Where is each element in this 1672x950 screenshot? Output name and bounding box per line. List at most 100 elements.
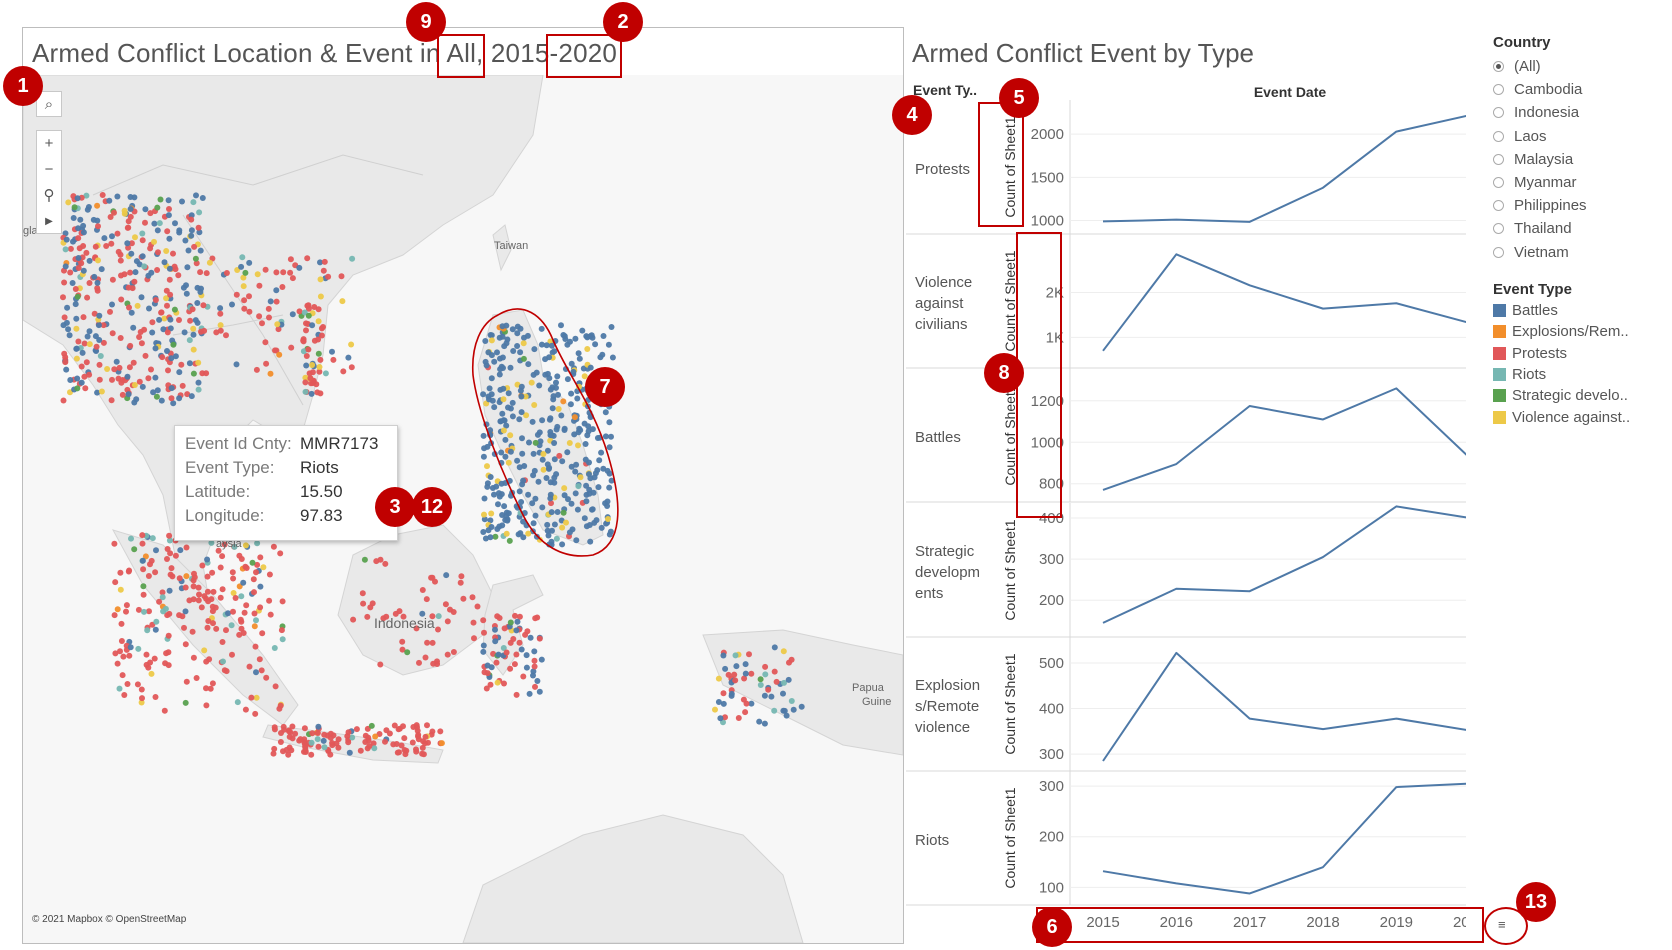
tooltip-key-event-type: Event Type: bbox=[185, 458, 275, 477]
event-point bbox=[217, 310, 224, 317]
event-point bbox=[251, 610, 258, 617]
event-point bbox=[361, 556, 368, 563]
event-point bbox=[139, 695, 145, 702]
event-point bbox=[139, 253, 146, 260]
radio-icon[interactable] bbox=[1493, 223, 1504, 235]
event-point bbox=[746, 651, 752, 658]
event-type-legend-item[interactable]: Strategic develo.. bbox=[1493, 387, 1628, 404]
event-point bbox=[196, 209, 203, 216]
annotation-badge-1: 1 bbox=[3, 66, 43, 106]
event-point bbox=[82, 385, 89, 392]
event-point bbox=[119, 391, 126, 398]
event-point bbox=[364, 613, 371, 620]
event-point bbox=[63, 319, 70, 326]
play-icon[interactable]: ▶ bbox=[37, 209, 61, 235]
radio-icon[interactable] bbox=[1493, 246, 1504, 258]
event-point bbox=[135, 606, 142, 613]
country-option-all[interactable]: (All) bbox=[1493, 58, 1541, 75]
event-point bbox=[139, 383, 146, 390]
map-label-papua: Papua bbox=[852, 682, 884, 694]
event-point bbox=[172, 220, 178, 227]
radio-icon[interactable] bbox=[1493, 107, 1504, 119]
legend-event-type-title: Event Type bbox=[1493, 281, 1572, 298]
event-point bbox=[128, 309, 135, 316]
event-point bbox=[542, 356, 549, 363]
radio-icon[interactable] bbox=[1493, 177, 1504, 188]
country-option-label: Malaysia bbox=[1514, 150, 1574, 168]
event-point bbox=[128, 535, 134, 542]
country-option-malaysia[interactable]: Malaysia bbox=[1493, 151, 1573, 168]
country-option-laos[interactable]: Laos bbox=[1493, 128, 1547, 145]
small-multiples-chart[interactable]: 100015002000Count of Sheet11K2KCount of … bbox=[906, 100, 1466, 950]
country-option-cambodia[interactable]: Cambodia bbox=[1493, 81, 1582, 98]
event-point bbox=[240, 283, 247, 290]
event-point bbox=[606, 444, 613, 451]
event-type-legend-item[interactable]: Violence against.. bbox=[1493, 409, 1630, 426]
country-option-vietnam[interactable]: Vietnam bbox=[1493, 244, 1569, 261]
event-point bbox=[488, 337, 495, 344]
event-type-legend-item[interactable]: Battles bbox=[1493, 302, 1558, 319]
event-point bbox=[345, 739, 352, 746]
event-point bbox=[204, 624, 211, 631]
country-option-label: (All) bbox=[1514, 58, 1541, 75]
annotation-badge-6: 6 bbox=[1032, 907, 1072, 947]
zoom-in-button[interactable]: + bbox=[37, 131, 61, 157]
radio-icon[interactable] bbox=[1493, 61, 1504, 72]
event-point bbox=[152, 569, 159, 576]
country-option-thailand[interactable]: Thailand bbox=[1493, 220, 1572, 237]
event-point bbox=[501, 680, 507, 687]
event-point bbox=[182, 641, 189, 648]
event-type-legend-item[interactable]: Explosions/Rem.. bbox=[1493, 323, 1629, 340]
row-header-event-type[interactable]: Event Ty.. bbox=[913, 82, 977, 98]
event-point bbox=[504, 517, 511, 524]
column-header-event-date[interactable]: Event Date bbox=[1150, 84, 1430, 100]
event-point bbox=[494, 349, 500, 356]
event-point bbox=[553, 426, 560, 433]
event-point bbox=[514, 618, 521, 625]
event-type-legend-item[interactable]: Protests bbox=[1493, 345, 1567, 362]
event-point bbox=[176, 317, 182, 323]
event-point bbox=[309, 362, 316, 368]
event-point bbox=[289, 311, 296, 318]
event-point bbox=[195, 597, 202, 604]
event-point bbox=[289, 723, 296, 730]
event-point bbox=[166, 235, 173, 242]
event-point bbox=[152, 345, 159, 352]
event-point bbox=[518, 393, 525, 400]
event-point bbox=[535, 478, 542, 485]
event-point bbox=[548, 509, 555, 516]
radio-icon[interactable] bbox=[1493, 200, 1504, 212]
event-type-legend-item[interactable]: Riots bbox=[1493, 366, 1546, 383]
event-point bbox=[186, 597, 193, 604]
event-point bbox=[246, 293, 252, 300]
country-option-indonesia[interactable]: Indonesia bbox=[1493, 104, 1579, 121]
event-point bbox=[198, 604, 205, 611]
radio-icon[interactable] bbox=[1493, 130, 1504, 142]
pin-icon[interactable]: ⚲ bbox=[37, 183, 61, 209]
event-point bbox=[748, 670, 755, 677]
data-point bbox=[1321, 185, 1326, 190]
country-option-myanmar[interactable]: Myanmar bbox=[1493, 174, 1577, 191]
event-point bbox=[195, 386, 202, 393]
event-point bbox=[761, 692, 768, 699]
radio-icon[interactable] bbox=[1493, 153, 1504, 165]
map-attribution[interactable]: © 2021 Mapbox © OpenStreetMap bbox=[32, 914, 186, 925]
event-point bbox=[175, 272, 182, 279]
radio-icon[interactable] bbox=[1493, 84, 1504, 96]
event-point bbox=[555, 391, 561, 398]
country-option-philippines[interactable]: Philippines bbox=[1493, 197, 1587, 214]
zoom-out-button[interactable]: − bbox=[37, 157, 61, 183]
event-point bbox=[553, 535, 560, 542]
event-point bbox=[481, 629, 487, 636]
event-point bbox=[531, 657, 538, 664]
event-point bbox=[605, 516, 611, 522]
map-canvas[interactable] bbox=[23, 75, 903, 943]
event-point bbox=[232, 595, 239, 601]
event-point bbox=[394, 749, 401, 756]
event-point bbox=[171, 306, 178, 313]
sort-icon[interactable]: ≡ bbox=[1498, 917, 1506, 932]
event-point bbox=[572, 468, 579, 475]
event-point bbox=[96, 312, 103, 319]
tooltip-value-event-id: MMR7173 bbox=[300, 434, 379, 453]
event-point bbox=[219, 639, 226, 645]
